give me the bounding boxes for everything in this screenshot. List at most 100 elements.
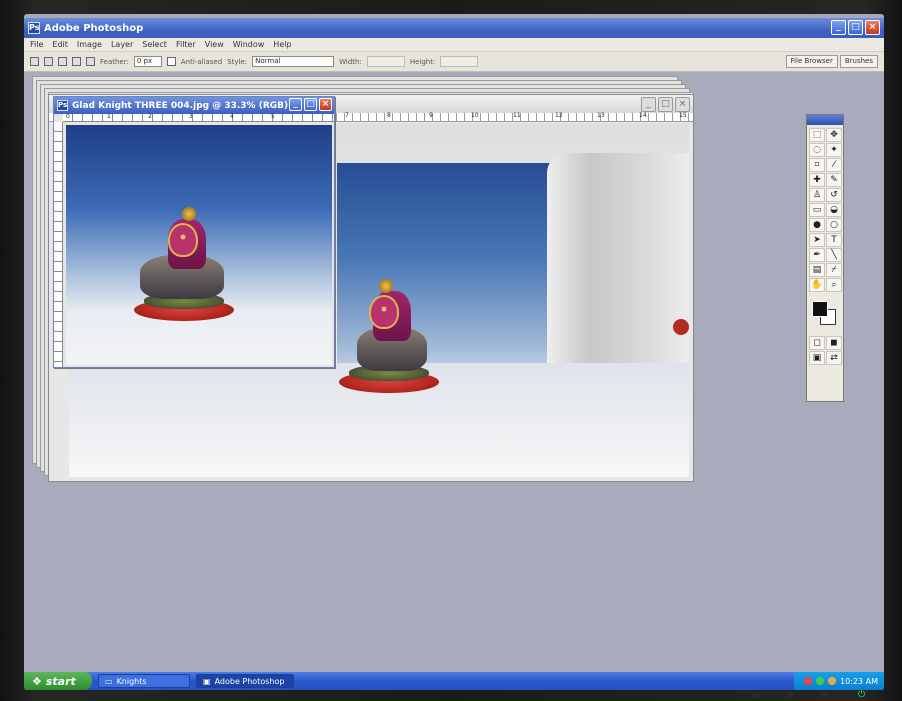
monitor-button[interactable] (786, 692, 794, 698)
menu-edit[interactable]: Edit (52, 40, 68, 49)
partial-red-base (673, 319, 689, 335)
type-icon[interactable]: T (826, 233, 842, 247)
jump-to-imageready-icon[interactable]: ⇄ (826, 351, 842, 365)
shield (168, 223, 198, 257)
taskbar-item-knights[interactable]: ▭ Knights (98, 674, 190, 688)
hand-icon[interactable]: ✋ (809, 278, 825, 292)
height-input[interactable] (440, 56, 479, 67)
brushes-tab[interactable]: Brushes (839, 55, 878, 68)
screen-mode-icon[interactable]: ▣ (809, 351, 825, 365)
slice-icon[interactable]: ⁄ (826, 158, 842, 172)
eyedropper-icon[interactable]: ⌿ (826, 263, 842, 277)
marquee-preset-icon[interactable] (30, 57, 39, 66)
menu-select[interactable]: Select (142, 40, 167, 49)
style-select[interactable]: Normal (252, 56, 335, 67)
monitor-button[interactable] (820, 692, 828, 698)
paint-bucket-icon[interactable]: ◒ (826, 203, 842, 217)
tray-icon[interactable] (816, 677, 825, 685)
eraser-icon[interactable]: ▭ (809, 203, 825, 217)
taskbar-item-photoshop[interactable]: ▣ Adobe Photoshop (196, 674, 294, 688)
document-canvas[interactable] (66, 125, 332, 365)
standard-mode-icon[interactable]: ◻ (809, 336, 825, 350)
style-label: Style: (227, 57, 248, 66)
healing-brush-icon[interactable]: ✚ (809, 173, 825, 187)
horizontal-ruler: 0 1 2 3 4 5 (63, 113, 334, 122)
width-label: Width: (339, 57, 362, 66)
ruler-mark: 13 (597, 112, 605, 119)
windows-logo-icon: ❖ (32, 674, 42, 688)
add-selection-icon[interactable] (58, 57, 67, 66)
history-brush-icon[interactable]: ↺ (826, 188, 842, 202)
move-icon[interactable]: ✥ (826, 128, 842, 142)
close-icon[interactable]: × (319, 98, 332, 111)
tray-icon[interactable] (828, 677, 837, 685)
photoshop-doc-icon: Ps (57, 100, 68, 111)
power-icon[interactable]: ⏻ (858, 690, 865, 700)
maximize-icon[interactable]: □ (658, 97, 673, 112)
anti-aliased-checkbox[interactable] (166, 57, 176, 66)
width-input[interactable] (366, 56, 405, 67)
document-controls: _ □ × (289, 98, 332, 111)
menu-view[interactable]: View (205, 40, 224, 49)
foreground-color-swatch[interactable] (812, 301, 828, 317)
close-icon[interactable]: × (865, 20, 880, 35)
close-icon[interactable]: × (675, 97, 690, 112)
ruler-mark: 8 (387, 112, 391, 119)
lasso-icon[interactable]: ◌ (809, 143, 825, 157)
subtract-selection-icon[interactable] (72, 57, 81, 66)
taskbar-item-label: Knights (116, 676, 147, 686)
zoom-icon[interactable]: ⌕ (826, 278, 842, 292)
ruler-mark: 9 (429, 112, 433, 119)
minimize-icon[interactable]: _ (641, 97, 656, 112)
photoshop-titlebar[interactable]: Ps Adobe Photoshop _ □ × (24, 18, 884, 38)
notes-icon[interactable]: ▤ (809, 263, 825, 277)
photoshop-icon: ▣ (203, 676, 211, 686)
pen-icon[interactable]: ✒ (809, 248, 825, 262)
ruler-mark: 15 (679, 112, 687, 119)
marquee-icon[interactable]: ⬚ (809, 128, 825, 142)
menu-layer[interactable]: Layer (111, 40, 133, 49)
mode-buttons: ◻ ◼ ▣ ⇄ (807, 333, 843, 368)
document-titlebar[interactable]: Ps Glad Knight THREE 004.jpg @ 33.3% (RG… (54, 97, 334, 114)
ruler-mark: 7 (345, 112, 349, 119)
tray-icon[interactable] (804, 677, 813, 685)
shield (369, 295, 399, 329)
ruler-mark: 11 (513, 112, 521, 119)
menu-file[interactable]: File (30, 40, 43, 49)
new-selection-icon[interactable] (44, 57, 53, 66)
dodge-icon[interactable]: ○ (826, 218, 842, 232)
tools-palette-header[interactable] (807, 115, 843, 125)
menu-image[interactable]: Image (77, 40, 102, 49)
ruler-mark: 12 (555, 112, 563, 119)
minimize-icon[interactable]: _ (289, 98, 302, 111)
menu-help[interactable]: Help (273, 40, 291, 49)
folder-icon: ▭ (105, 676, 113, 686)
minimize-icon[interactable]: _ (831, 20, 846, 35)
brush-icon[interactable]: ✎ (826, 173, 842, 187)
maximize-icon[interactable]: □ (304, 98, 317, 111)
intersect-selection-icon[interactable] (86, 57, 95, 66)
menu-window[interactable]: Window (233, 40, 265, 49)
start-button[interactable]: ❖ start (24, 672, 92, 690)
feather-input[interactable]: 0 px (133, 56, 162, 67)
path-selection-icon[interactable]: ➤ (809, 233, 825, 247)
clock[interactable]: 10:23 AM (840, 677, 878, 686)
line-icon[interactable]: ╲ (826, 248, 842, 262)
menu-bar: File Edit Image Layer Select Filter View… (24, 38, 884, 52)
menu-filter[interactable]: Filter (176, 40, 196, 49)
blur-icon[interactable]: ● (809, 218, 825, 232)
maximize-icon[interactable]: □ (848, 20, 863, 35)
document-window[interactable]: Ps Glad Knight THREE 004.jpg @ 33.3% (RG… (53, 96, 335, 368)
helmet (182, 207, 196, 221)
tools-palette[interactable]: ⬚ ✥ ◌ ✦ ⌗ ⁄ ✚ ✎ ♙ ↺ ▭ ◒ ● ○ ➤ T ✒ ╲ ▤ ⌿ … (806, 114, 844, 402)
monitor-button[interactable] (752, 692, 760, 698)
magic-wand-icon[interactable]: ✦ (826, 143, 842, 157)
quick-mask-icon[interactable]: ◼ (826, 336, 842, 350)
ruler-mark: 10 (471, 112, 479, 119)
vertical-ruler (54, 122, 63, 367)
document-title: Glad Knight THREE 004.jpg @ 33.3% (RGB) (72, 100, 289, 111)
clone-stamp-icon[interactable]: ♙ (809, 188, 825, 202)
crop-icon[interactable]: ⌗ (809, 158, 825, 172)
ruler-mark: 3 (189, 113, 193, 120)
file-browser-tab[interactable]: File Browser (785, 55, 838, 68)
